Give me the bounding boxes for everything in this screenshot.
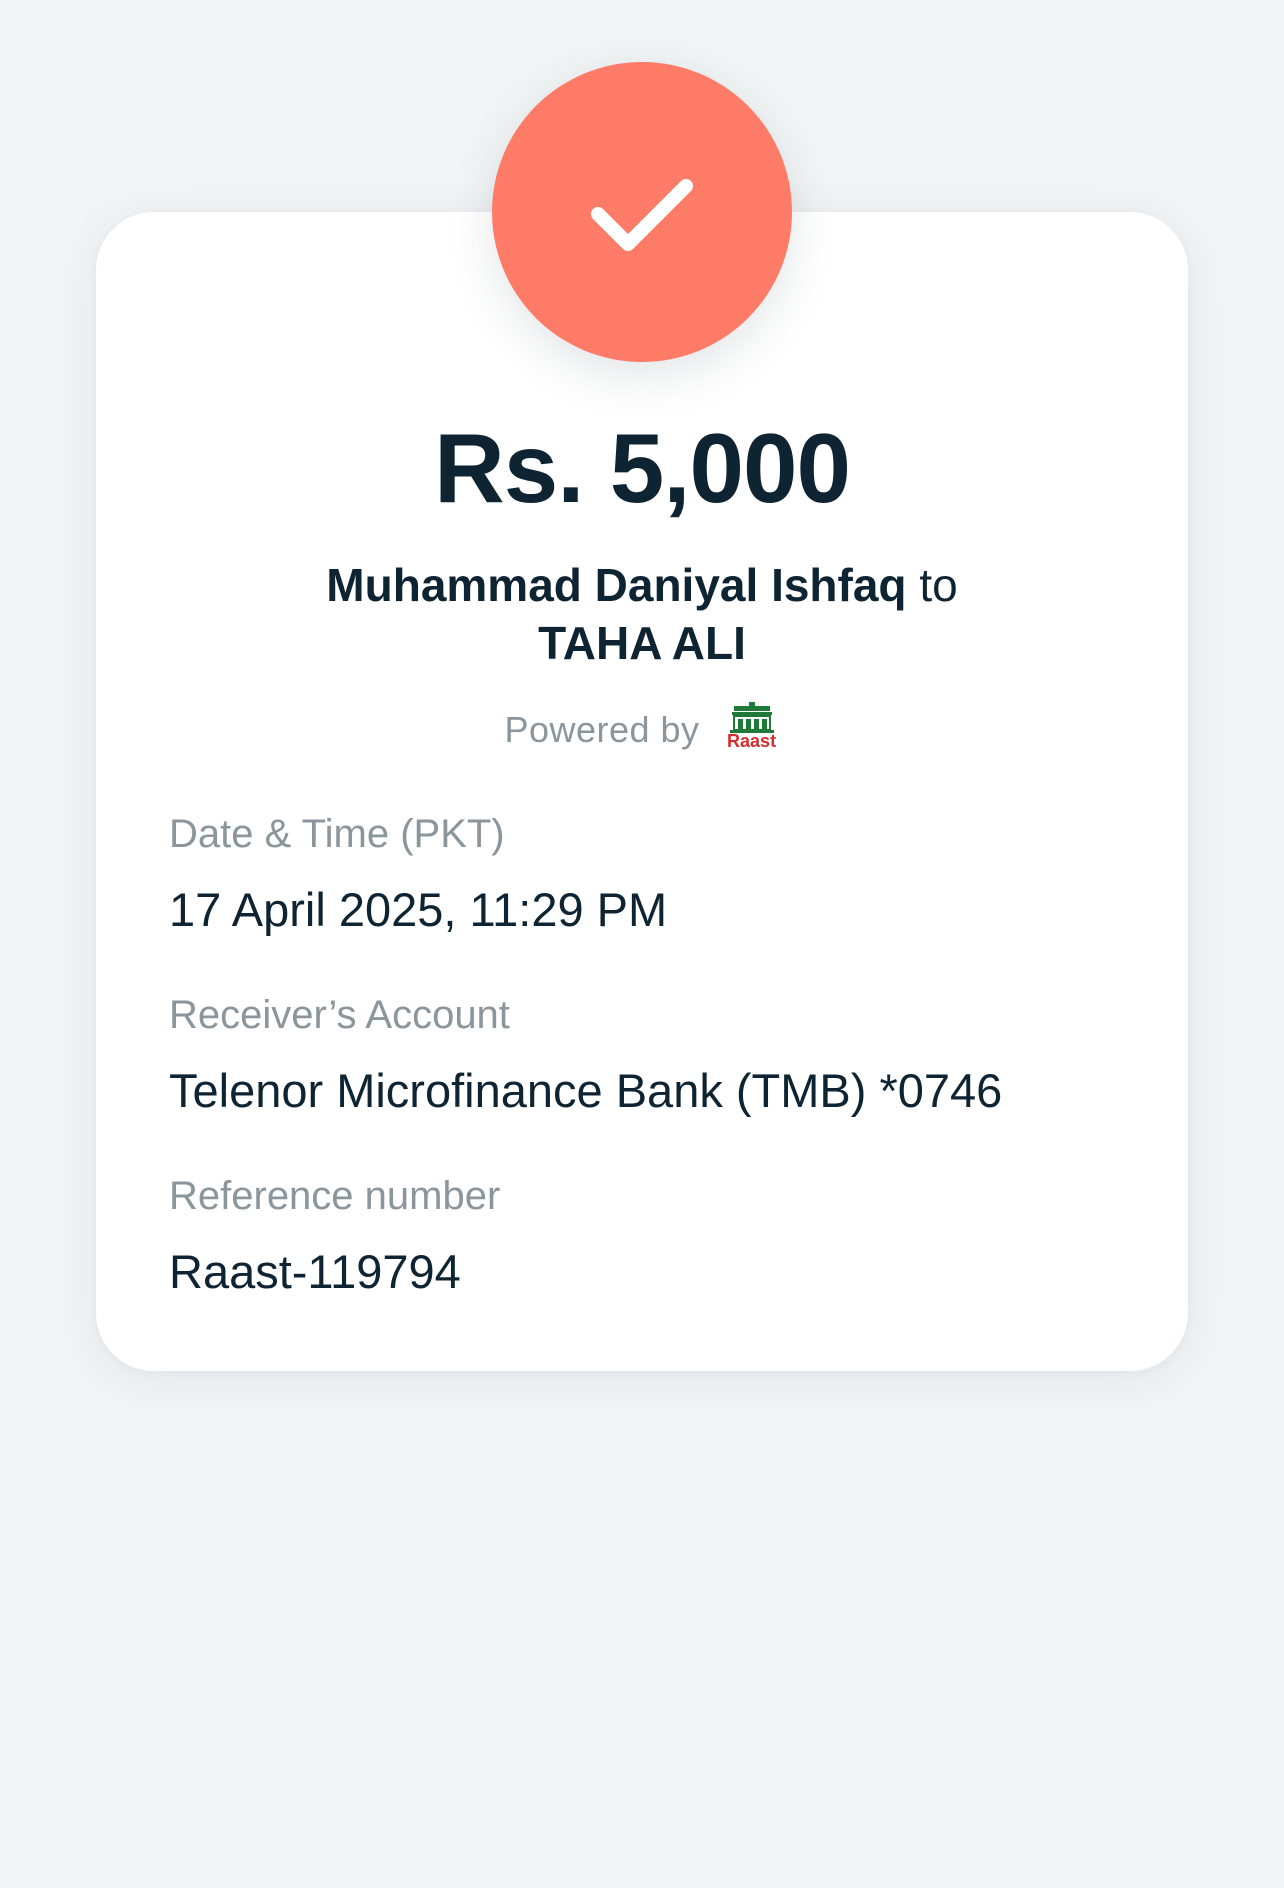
receiver-account-label: Receiver’s Account: [169, 993, 510, 1037]
raast-logo-text: Raast: [727, 731, 777, 751]
raast-building-icon: [729, 702, 774, 733]
reference-number-value: Raast-119794: [169, 1245, 461, 1298]
success-badge: [492, 62, 792, 362]
connector-text: to: [919, 559, 958, 611]
transfer-parties: Muhammad Daniyal Ishfaq to TAHA ALI: [96, 556, 1188, 672]
check-icon: [591, 179, 693, 251]
date-time-value: 17 April 2025, 11:29 PM: [169, 883, 668, 936]
date-time-label: Date & Time (PKT): [169, 812, 505, 856]
powered-by-row: Powered by Raast: [96, 702, 1188, 758]
receipt-screen: Rs. 5,000 Muhammad Daniyal Ishfaq to TAH…: [0, 0, 1284, 1888]
raast-logo-icon: Raast: [724, 702, 780, 758]
transfer-amount: Rs. 5,000: [434, 413, 851, 523]
reference-number-label: Reference number: [169, 1174, 501, 1218]
receiver-name: TAHA ALI: [538, 617, 746, 669]
sender-name: Muhammad Daniyal Ishfaq: [326, 559, 907, 611]
powered-by-label: Powered by: [504, 709, 700, 750]
receiver-account-value: Telenor Microfinance Bank (TMB) *0746: [169, 1064, 1003, 1117]
